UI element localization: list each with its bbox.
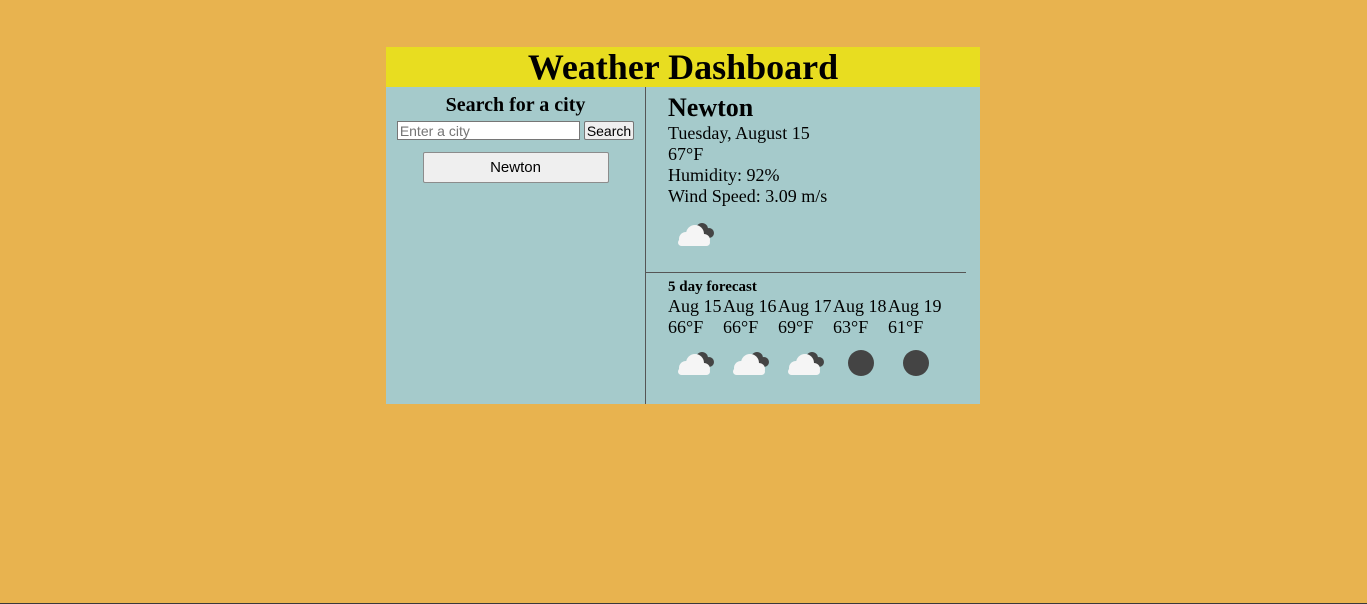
forecast-date: Aug 19 <box>888 296 942 316</box>
forecast-day: Aug 15 66°F <box>668 296 723 383</box>
page-title: Weather Dashboard <box>386 47 980 87</box>
current-wind-speed: Wind Speed: 3.09 m/s <box>668 186 828 206</box>
cloudy-night-icon <box>678 223 714 246</box>
moon-icon <box>848 350 874 376</box>
current-date: Tuesday, August 15 <box>668 123 810 143</box>
forecast-date: Aug 18 <box>833 296 887 316</box>
moon-icon <box>903 350 929 376</box>
search-panel: Search for a city Search Newton <box>386 87 646 404</box>
dashboard-body: Search for a city Search Newton Newton T… <box>386 87 980 404</box>
forecast-temperature: 66°F <box>668 317 704 337</box>
current-humidity: Humidity: 92% <box>668 165 780 185</box>
forecast-date: Aug 15 <box>668 296 722 316</box>
forecast-temperature: 61°F <box>888 317 924 337</box>
search-row: Search <box>386 121 645 140</box>
forecast-date: Aug 16 <box>723 296 777 316</box>
forecast-date: Aug 17 <box>778 296 832 316</box>
search-input[interactable] <box>396 121 580 140</box>
forecast-temperature: 66°F <box>723 317 759 337</box>
forecast-temperature: 63°F <box>833 317 869 337</box>
weather-panel: Newton Tuesday, August 15 67°F Humidity:… <box>646 87 980 404</box>
search-button[interactable]: Search <box>583 121 635 140</box>
cloudy-night-icon <box>788 352 824 375</box>
weather-dashboard: Weather Dashboard Search for a city Sear… <box>386 47 980 404</box>
city-name: Newton <box>668 93 754 122</box>
search-title: Search for a city <box>445 94 586 116</box>
forecast-day: Aug 16 66°F <box>723 296 778 383</box>
forecast-day: Aug 17 69°F <box>778 296 833 383</box>
current-temperature: 67°F <box>668 144 704 164</box>
cloudy-night-icon <box>678 352 714 375</box>
forecast-title: 5 day forecast <box>668 279 757 295</box>
forecast-temperature: 69°F <box>778 317 814 337</box>
cloudy-night-icon <box>733 352 769 375</box>
current-weather: Newton Tuesday, August 15 67°F Humidity:… <box>646 87 966 273</box>
history-city-button[interactable]: Newton <box>422 152 609 183</box>
forecast-day: Aug 18 63°F <box>833 296 888 383</box>
forecast-day: Aug 19 61°F <box>888 296 943 383</box>
forecast-days: Aug 15 66°F Aug 16 66°F Aug 17 69°F Aug … <box>668 296 980 383</box>
page: Weather Dashboard Search for a city Sear… <box>0 0 1367 604</box>
forecast-section: 5 day forecast Aug 15 66°F Aug 16 66°F A… <box>646 273 980 383</box>
